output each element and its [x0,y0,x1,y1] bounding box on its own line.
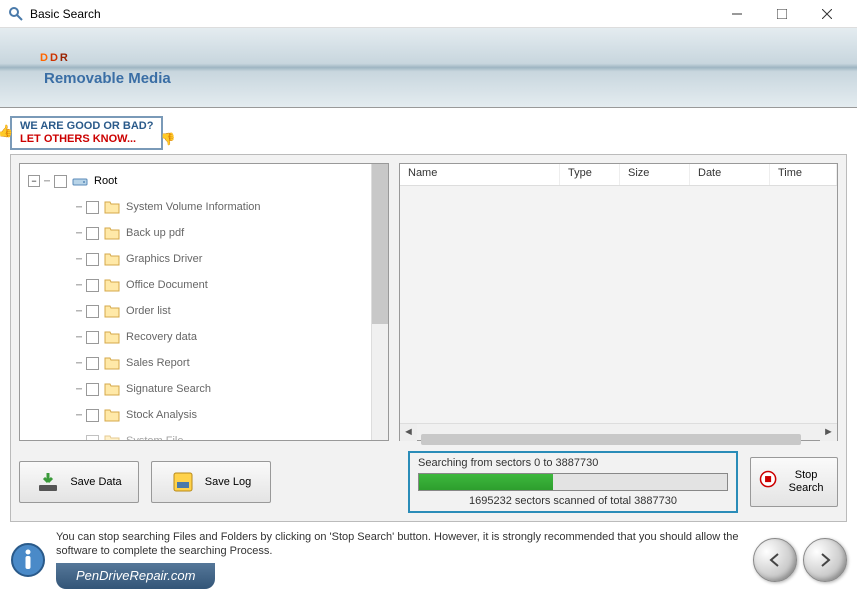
folder-icon [104,252,120,266]
checkbox[interactable] [86,279,99,292]
title-bar: Basic Search [0,0,857,28]
progress-bar-fill [419,474,553,490]
file-list-panel: Name Type Size Date Time ◄ ► [399,163,838,441]
progress-bar [418,473,728,491]
maximize-button[interactable] [759,0,804,28]
tree-item[interactable]: ⋯ System File [20,428,371,440]
folder-icon [104,434,120,440]
app-icon [8,6,24,22]
checkbox[interactable] [86,383,99,396]
save-log-icon [171,470,195,494]
close-button[interactable] [804,0,849,28]
save-log-label: Save Log [205,476,251,488]
feedback-link[interactable]: 👍 WE ARE GOOD OR BAD? LET OTHERS KNOW...… [10,116,163,150]
tree-item[interactable]: ⋯ Graphics Driver [20,246,371,272]
progress-range-text: Searching from sectors 0 to 3887730 [418,457,728,469]
checkbox[interactable] [86,409,99,422]
brand-subtitle: Removable Media [44,70,817,87]
footer-tip-text: You can stop searching Files and Folders… [56,531,739,557]
folder-icon [104,382,120,396]
folder-icon [104,408,120,422]
scroll-left-icon[interactable]: ◄ [400,424,417,441]
col-size[interactable]: Size [620,164,690,185]
checkbox[interactable] [86,227,99,240]
vertical-scrollbar[interactable] [371,164,388,440]
tree-item-label: Graphics Driver [126,253,202,265]
tree-item-label: System Volume Information [126,201,261,213]
feedback-line1: WE ARE GOOD OR BAD? [20,120,153,132]
checkbox[interactable] [86,357,99,370]
stop-search-label: Stop Search [783,469,829,495]
folder-icon [104,356,120,370]
scroll-right-icon[interactable]: ► [820,424,837,441]
tree-item[interactable]: ⋯ Signature Search [20,376,371,402]
tree-item-label: System File [126,435,183,440]
save-data-button[interactable]: Save Data [19,461,139,503]
tree-item[interactable]: ⋯ Back up pdf [20,220,371,246]
next-button[interactable] [803,538,847,582]
tree-item[interactable]: ⋯ Office Document [20,272,371,298]
footer-tip: You can stop searching Files and Folders… [56,530,743,589]
folder-tree-panel: − ⋯ Root ⋯ System Volume Information ⋯ B… [19,163,389,441]
checkbox[interactable] [86,253,99,266]
folder-icon [104,226,120,240]
window-title: Basic Search [30,7,714,21]
col-date[interactable]: Date [690,164,770,185]
progress-panel: Searching from sectors 0 to 3887730 1695… [408,451,738,513]
thumbs-down-icon: 👎 [160,132,175,146]
stop-search-button[interactable]: Stop Search [750,457,838,507]
checkbox[interactable] [54,175,67,188]
stop-icon [759,470,777,494]
minimize-button[interactable] [714,0,759,28]
folder-icon [104,330,120,344]
tree-item[interactable]: ⋯ Recovery data [20,324,371,350]
tree-item-label: Sales Report [126,357,190,369]
tree-item-label: Signature Search [126,383,211,395]
save-data-label: Save Data [70,476,121,488]
tree-item-label: Recovery data [126,331,197,343]
col-type[interactable]: Type [560,164,620,185]
tree-item[interactable]: ⋯ Stock Analysis [20,402,371,428]
col-name[interactable]: Name [400,164,560,185]
save-log-button[interactable]: Save Log [151,461,271,503]
checkbox[interactable] [86,201,99,214]
tree-item[interactable]: ⋯ Sales Report [20,350,371,376]
tree-item-label: Back up pdf [126,227,184,239]
folder-icon [104,278,120,292]
tree-item[interactable]: ⋯ Order list [20,298,371,324]
save-data-icon [36,470,60,494]
horizontal-scrollbar[interactable]: ◄ ► [400,423,837,440]
thumbs-up-icon: 👍 [0,124,13,138]
checkbox[interactable] [86,435,99,441]
tree-root-label: Root [94,175,117,187]
tree-item[interactable]: ⋯ System Volume Information [20,194,371,220]
checkbox[interactable] [86,305,99,318]
drive-icon [72,173,88,189]
collapse-icon[interactable]: − [28,175,40,187]
file-list-body [400,186,837,423]
main-frame: − ⋯ Root ⋯ System Volume Information ⋯ B… [10,154,847,522]
folder-icon [104,304,120,318]
feedback-line2: LET OTHERS KNOW... [20,133,136,145]
col-time[interactable]: Time [770,164,837,185]
footer: You can stop searching Files and Folders… [10,530,847,589]
tree-item-label: Stock Analysis [126,409,197,421]
tree-item-label: Office Document [126,279,208,291]
folder-tree[interactable]: − ⋯ Root ⋯ System Volume Information ⋯ B… [20,164,371,440]
site-badge[interactable]: PenDriveRepair.com [56,563,215,590]
checkbox[interactable] [86,331,99,344]
brand-logo: DDR [40,36,817,68]
tree-root[interactable]: − ⋯ Root [20,168,371,194]
progress-status-text: 1695232 sectors scanned of total 3887730 [418,495,728,507]
header-banner: DDR Removable Media [0,28,857,108]
prev-button[interactable] [753,538,797,582]
column-headers: Name Type Size Date Time [400,164,837,186]
folder-icon [104,200,120,214]
info-icon [10,542,46,578]
tree-item-label: Order list [126,305,171,317]
